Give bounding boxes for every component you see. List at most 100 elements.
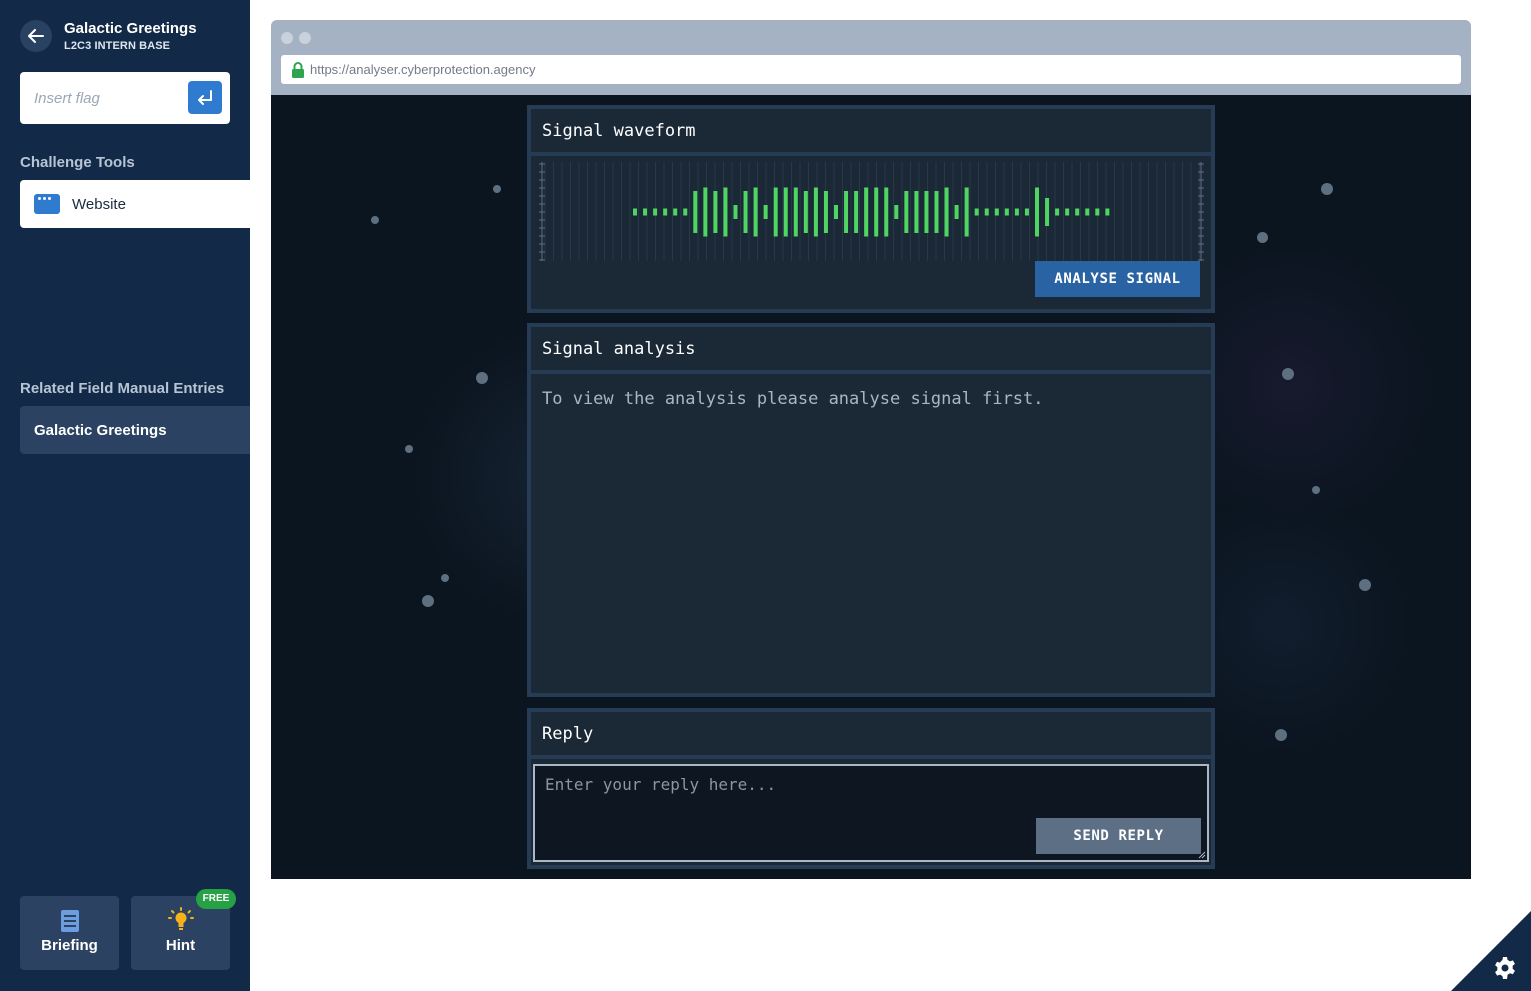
waveform-bar: [914, 191, 919, 233]
waveform-bar: [994, 208, 999, 216]
waveform-bar: [753, 187, 758, 237]
waveform-bar: [1055, 208, 1060, 216]
waveform-bar: [854, 191, 859, 233]
enter-icon: [198, 89, 212, 105]
waveform-bar: [934, 191, 939, 233]
challenge-title: Galactic Greetings: [64, 20, 197, 37]
tool-website[interactable]: Website: [20, 180, 250, 228]
resize-grip-icon[interactable]: [1198, 851, 1206, 859]
window-dot: [281, 32, 293, 44]
waveform-bar: [864, 187, 869, 237]
waveform-bar: [703, 187, 708, 237]
star: [1282, 368, 1294, 380]
briefing-button[interactable]: Briefing: [20, 896, 119, 970]
document-icon: [61, 910, 79, 932]
waveform-bar: [1105, 208, 1110, 216]
waveform-bar: [653, 208, 658, 216]
send-reply-button[interactable]: SEND REPLY: [1036, 818, 1201, 854]
briefing-label: Briefing: [41, 937, 98, 954]
manual-entry-galactic-greetings[interactable]: Galactic Greetings: [20, 406, 250, 454]
star: [371, 216, 379, 224]
waveform-bar: [884, 187, 889, 237]
waveform-bar: [663, 208, 668, 216]
gear-icon: [1495, 957, 1515, 979]
waveform-bar: [1035, 187, 1039, 237]
waveform-bar: [773, 187, 778, 237]
star: [405, 445, 413, 453]
free-badge: FREE: [196, 889, 236, 909]
browser-window: https://analyser.cyberprotection.agency …: [271, 20, 1471, 879]
back-button[interactable]: [20, 20, 52, 52]
tool-label: Website: [72, 196, 126, 213]
web-page: Signal waveform ANALYSE SIGNAL Signal an…: [271, 95, 1471, 879]
settings-corner[interactable]: [1451, 911, 1531, 991]
challenge-subtitle: L2C3 INTERN BASE: [64, 40, 171, 52]
waveform-bar: [1085, 208, 1090, 216]
waveform-chart: [539, 162, 1204, 261]
waveform-bar: [964, 187, 969, 237]
window-dot: [299, 32, 311, 44]
waveform-bar: [1075, 208, 1080, 216]
waveform-bar: [763, 205, 768, 219]
waveform-bar: [954, 205, 959, 219]
flag-form: [20, 72, 230, 124]
waveform-bar: [944, 187, 949, 237]
waveform-bar: [673, 208, 678, 216]
waveform-bar: [1004, 208, 1009, 216]
arrow-left-icon: [28, 29, 44, 43]
waveform-title: Signal waveform: [542, 121, 696, 141]
reply-panel: Reply SEND REPLY: [527, 708, 1215, 869]
waveform-bar: [783, 187, 788, 237]
flag-input[interactable]: [34, 86, 184, 110]
address-bar[interactable]: https://analyser.cyberprotection.agency: [281, 55, 1461, 84]
star: [1312, 486, 1320, 494]
waveform-bar: [693, 191, 698, 233]
waveform-bar: [1065, 208, 1070, 216]
waveform-bar: [984, 208, 989, 216]
submit-flag-button[interactable]: [188, 81, 222, 114]
browser-toolbar: https://analyser.cyberprotection.agency: [271, 20, 1471, 95]
hint-label: Hint: [165, 937, 196, 954]
star: [493, 185, 501, 193]
star: [422, 595, 434, 607]
lightbulb-icon: [168, 907, 194, 930]
url-text: https://analyser.cyberprotection.agency: [310, 62, 536, 77]
manual-entry-label: Galactic Greetings: [34, 422, 167, 439]
waveform-panel: Signal waveform ANALYSE SIGNAL: [527, 105, 1215, 313]
waveform-bar: [874, 187, 879, 237]
star: [1359, 579, 1371, 591]
waveform-bar: [733, 205, 738, 219]
manual-heading: Related Field Manual Entries: [20, 380, 225, 397]
sidebar: Galactic Greetings L2C3 INTERN BASE Chal…: [0, 0, 250, 991]
reply-panel-header: [531, 712, 1211, 759]
waveform-bar: [723, 187, 728, 237]
lock-icon: [292, 62, 304, 78]
star: [1275, 729, 1287, 741]
waveform-bar: [713, 191, 718, 233]
waveform-bar: [1014, 208, 1019, 216]
waveform-bar: [813, 187, 818, 237]
analyse-signal-button[interactable]: ANALYSE SIGNAL: [1035, 261, 1200, 297]
star: [1321, 183, 1333, 195]
star: [476, 372, 488, 384]
waveform-bar: [834, 205, 838, 219]
waveform-bar: [683, 208, 688, 216]
reply-box: SEND REPLY: [533, 764, 1209, 862]
waveform-bar: [894, 205, 899, 219]
waveform-display: [537, 162, 1206, 261]
waveform-bar: [1045, 198, 1050, 226]
waveform-bar: [974, 208, 979, 216]
star: [441, 574, 449, 582]
waveform-bar: [1095, 208, 1100, 216]
waveform-bar: [844, 191, 849, 233]
analysis-message: To view the analysis please analyse sign…: [542, 389, 1044, 409]
corner-shape: [1451, 911, 1531, 991]
waveform-bar: [743, 191, 748, 233]
analysis-title: Signal analysis: [542, 339, 696, 359]
star: [1257, 232, 1268, 243]
waveform-bar: [1024, 208, 1029, 216]
reply-title: Reply: [542, 724, 594, 744]
waveform-bar: [803, 191, 808, 233]
waveform-bar: [904, 191, 909, 233]
waveform-bar: [823, 191, 828, 233]
